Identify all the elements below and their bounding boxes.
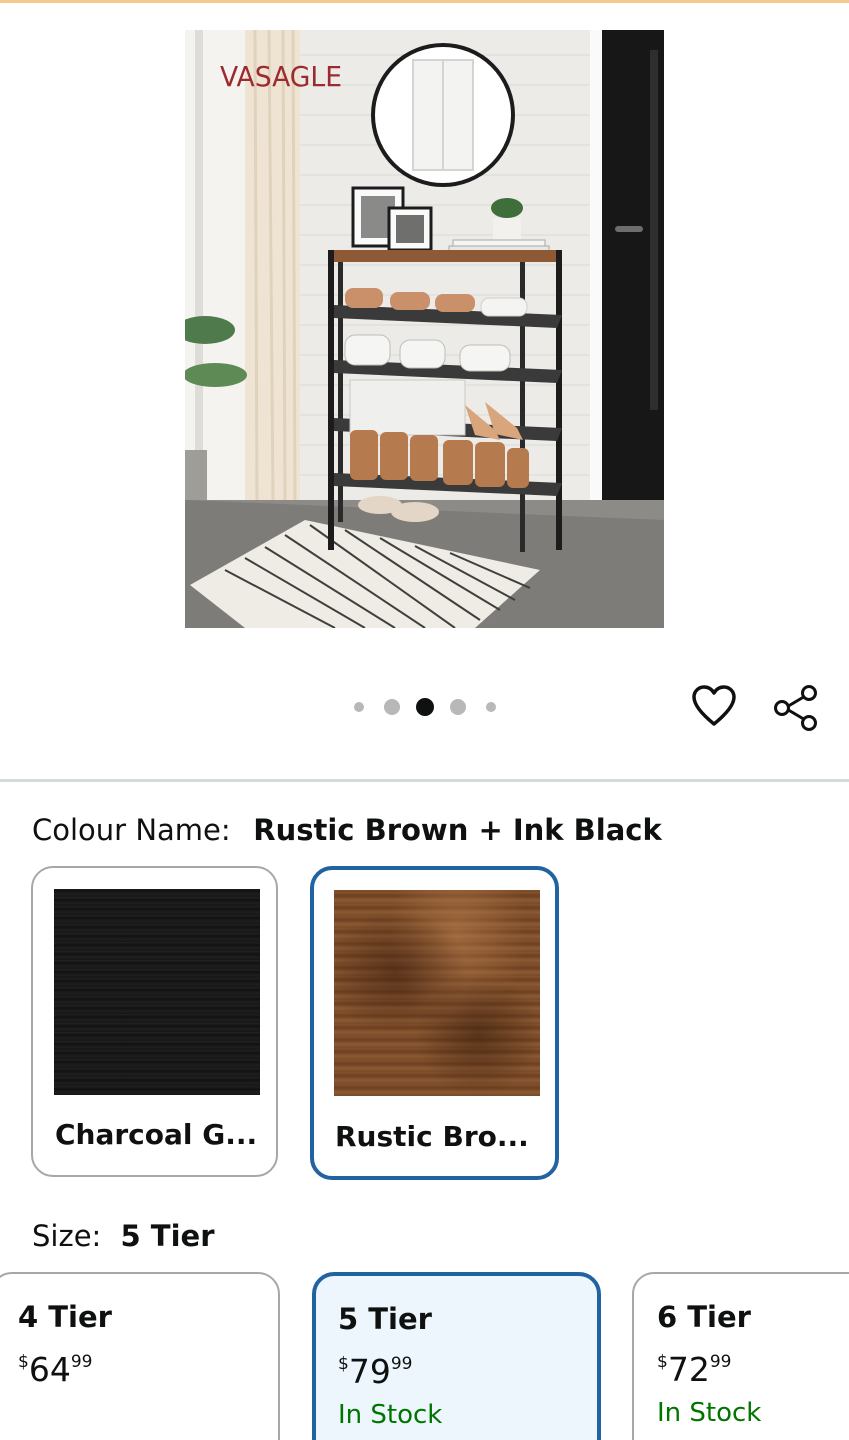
heart-outline-icon[interactable] — [690, 683, 738, 731]
colour-option-charcoal[interactable]: Charcoal G... — [31, 866, 278, 1177]
colour-option-label: Charcoal G... — [55, 1118, 258, 1151]
colour-name-value: Rustic Brown + Ink Black — [253, 813, 662, 847]
size-option-6-tier[interactable]: 6 Tier $7299 In Stock — [632, 1272, 849, 1440]
colour-option-label: Rustic Bro... — [335, 1120, 529, 1153]
colour-name-row: Colour Name: Rustic Brown + Ink Black — [32, 810, 662, 850]
size-option-price: $7299 — [657, 1350, 732, 1389]
carousel-dot[interactable] — [486, 702, 496, 712]
size-value: 5 Tier — [120, 1219, 215, 1253]
brand-logo: VASAGLE — [220, 60, 343, 93]
size-option-4-tier[interactable]: 4 Tier $6499 — [0, 1272, 280, 1440]
stock-status: In Stock — [338, 1400, 443, 1430]
section-divider — [0, 779, 849, 782]
colour-name-label: Colour Name: — [32, 813, 231, 847]
carousel-dot[interactable] — [384, 699, 400, 715]
carousel-dot[interactable] — [354, 702, 364, 712]
product-image[interactable]: VASAGLE — [185, 30, 664, 628]
size-option-price: $6499 — [18, 1350, 93, 1389]
rustic-brown-swatch-image — [334, 890, 540, 1096]
charcoal-swatch-image — [54, 889, 260, 1095]
size-label: Size: — [32, 1219, 102, 1253]
size-option-name: 4 Tier — [18, 1300, 112, 1334]
size-row: Size: 5 Tier — [32, 1216, 215, 1256]
share-icon[interactable] — [771, 683, 821, 733]
size-option-5-tier[interactable]: 5 Tier $7999 In Stock — [312, 1272, 601, 1440]
size-option-name: 6 Tier — [657, 1300, 751, 1334]
carousel-dot[interactable] — [450, 699, 466, 715]
top-accent-line — [0, 0, 849, 3]
carousel-dot-active[interactable] — [416, 698, 434, 716]
size-option-name: 5 Tier — [338, 1302, 432, 1336]
size-option-price: $7999 — [338, 1352, 413, 1391]
stock-status: In Stock — [657, 1398, 762, 1428]
colour-option-rustic-brown[interactable]: Rustic Bro... — [310, 866, 559, 1180]
